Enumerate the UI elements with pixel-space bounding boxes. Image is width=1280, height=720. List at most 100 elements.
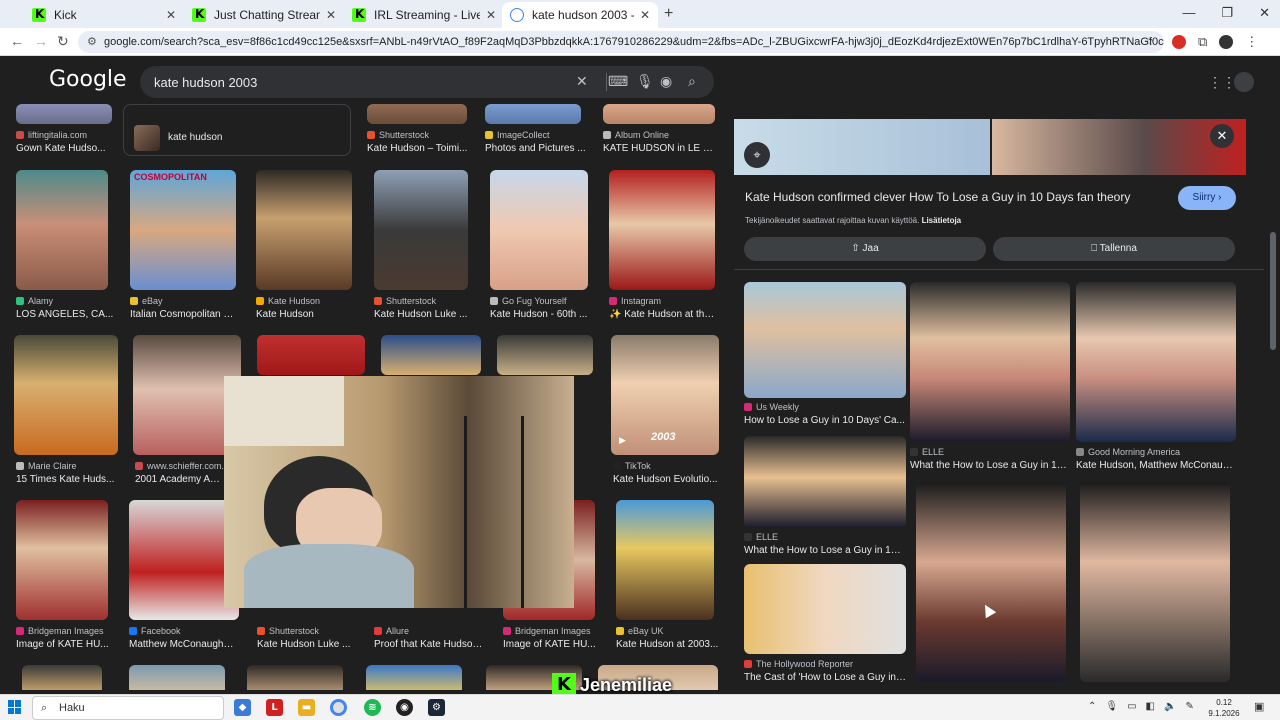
result-title[interactable]: What the How to Lose a Guy in 10 ... — [744, 545, 906, 556]
result-thumbnail[interactable] — [497, 335, 593, 375]
lens-search-icon[interactable]: ⌖ — [744, 142, 770, 168]
result-title[interactable]: Photos and Pictures ... — [485, 143, 589, 154]
file-explorer-icon[interactable]: ▬ — [298, 699, 315, 716]
close-tab-icon[interactable]: ✕ — [486, 8, 496, 22]
result-title[interactable]: Kate Hudson – Toimi... — [367, 143, 471, 154]
app-l-icon[interactable]: L — [266, 699, 283, 716]
steam-icon[interactable]: ⚙ — [428, 699, 445, 716]
result-title[interactable]: Gown Kate Hudso... — [16, 143, 116, 154]
tray-chevron-icon[interactable]: ⌃ — [1088, 701, 1096, 712]
result-title[interactable]: Kate Hudson - 60th ... — [490, 309, 598, 320]
result-thumbnail[interactable] — [603, 104, 715, 124]
result-thumbnail[interactable] — [910, 282, 1070, 442]
result-thumbnail[interactable] — [366, 665, 462, 690]
tab-google-search[interactable]: kate hudson 2003 - Google-haku ✕ — [502, 2, 658, 28]
result-title[interactable]: Matthew McConaughey... — [129, 639, 239, 650]
chrome-icon[interactable] — [330, 699, 347, 716]
result-title[interactable]: Kate Hudson Evolutio... — [613, 474, 719, 485]
result-thumbnail[interactable] — [14, 335, 118, 455]
browser-menu-icon[interactable]: ⋮ — [1245, 34, 1258, 50]
preview-image-right[interactable] — [992, 119, 1246, 175]
extension-icon[interactable] — [1172, 35, 1186, 49]
result-title[interactable]: Kate Hudson Luke ... — [257, 639, 365, 650]
result-thumbnail[interactable] — [16, 170, 108, 290]
result-thumbnail[interactable] — [1076, 282, 1236, 442]
result-title[interactable]: Image of KATE HU... — [503, 639, 603, 650]
reload-icon[interactable]: ↻ — [57, 33, 69, 50]
site-info-icon[interactable]: ⚙ — [87, 31, 97, 53]
taskbar-search[interactable]: ⌕ Haku — [32, 696, 224, 720]
url-field[interactable]: ⚙ google.com/search?sca_esv=8f86c1cd49cc… — [78, 31, 1164, 53]
microphone-icon[interactable]: 🎙 — [636, 73, 654, 90]
google-apps-icon[interactable]: ⋮⋮ — [1208, 74, 1236, 91]
windows-start-icon[interactable] — [8, 700, 22, 714]
result-thumbnail[interactable] — [616, 500, 714, 620]
result-thumbnail[interactable] — [16, 104, 112, 124]
notification-icon[interactable]: ▣ — [1254, 700, 1264, 713]
result-thumbnail[interactable] — [247, 665, 343, 690]
obs-icon[interactable]: ◉ — [396, 699, 413, 716]
new-tab-icon[interactable]: + — [664, 5, 673, 23]
widget-app-icon[interactable]: ◆ — [234, 699, 251, 716]
google-logo[interactable]: Google — [49, 67, 127, 92]
close-tab-icon[interactable]: ✕ — [166, 8, 176, 22]
back-icon[interactable]: ← — [10, 33, 24, 49]
result-title[interactable]: How to Lose a Guy in 10 Days' Ca... — [744, 415, 906, 426]
result-title[interactable]: 2001 Academy Award — [135, 474, 225, 485]
result-thumbnail[interactable] — [1080, 482, 1230, 682]
tab-kick[interactable]: Kick ✕ — [24, 2, 184, 28]
result-title[interactable]: LOS ANGELES, CA... — [16, 309, 116, 320]
tab-irl[interactable]: IRL Streaming - Live Streams on K ✕ — [344, 2, 504, 28]
result-thumbnail[interactable] — [16, 500, 108, 620]
close-tab-icon[interactable]: ✕ — [640, 8, 650, 22]
close-window-icon[interactable]: ✕ — [1259, 5, 1270, 21]
result-thumbnail[interactable] — [485, 104, 581, 124]
result-thumbnail[interactable] — [367, 104, 467, 124]
result-title[interactable]: Kate Hudson — [256, 309, 356, 320]
result-title[interactable]: What the How to Lose a Guy in 10 ... — [910, 460, 1070, 471]
result-title[interactable]: Kate Hudson at 2003... — [616, 639, 720, 650]
lens-icon[interactable]: ◉ — [660, 73, 672, 90]
result-thumbnail[interactable] — [129, 665, 225, 690]
result-title[interactable]: KATE HUDSON in LE D... — [603, 143, 715, 154]
related-search-chip[interactable]: kate hudson — [123, 104, 351, 156]
spotify-icon[interactable]: ≋ — [364, 699, 381, 716]
result-thumbnail[interactable] — [744, 282, 906, 398]
close-tab-icon[interactable]: ✕ — [326, 8, 336, 22]
result-thumbnail[interactable] — [129, 500, 239, 620]
result-thumbnail[interactable] — [744, 436, 906, 528]
result-title[interactable]: Image of KATE HU... — [16, 639, 116, 650]
result-thumbnail[interactable] — [916, 482, 1066, 682]
forward-icon[interactable]: → — [34, 33, 48, 49]
page-scrollbar[interactable] — [1270, 232, 1276, 350]
result-thumbnail[interactable] — [381, 335, 481, 375]
result-title[interactable]: Kate Hudson, Matthew McConaug... — [1076, 460, 1236, 471]
extensions-puzzle-icon[interactable]: ⧉ — [1198, 34, 1207, 50]
result-thumbnail[interactable] — [256, 170, 352, 290]
pen-icon[interactable]: ✎ — [1185, 701, 1193, 712]
search-icon[interactable]: ⌕ — [688, 73, 696, 90]
volume-icon[interactable]: 🔈 — [1164, 701, 1176, 712]
minimize-icon[interactable]: — — [1182, 5, 1195, 21]
search-input[interactable] — [154, 72, 574, 92]
account-avatar[interactable] — [1234, 72, 1254, 92]
result-thumbnail[interactable]: COSMOPOLITAN — [130, 170, 236, 290]
restore-icon[interactable]: ❐ — [1221, 5, 1233, 21]
network-icon[interactable]: ◧ — [1146, 701, 1155, 712]
microphone-icon[interactable]: 🎙 — [1105, 701, 1118, 712]
tab-just-chatting[interactable]: Just Chatting Streaming - Live Str ✕ — [184, 2, 344, 28]
display-icon[interactable]: ▭ — [1127, 701, 1136, 712]
close-panel-icon[interactable]: ✕ — [1210, 124, 1234, 148]
result-title[interactable]: Proof that Kate Hudson... — [374, 639, 484, 650]
result-title[interactable]: 15 Times Kate Huds... — [16, 474, 120, 485]
result-title[interactable]: ✨ Kate Hudson at the... — [609, 309, 715, 320]
keyboard-icon[interactable]: ⌨ — [608, 73, 628, 90]
profile-avatar[interactable] — [1219, 35, 1234, 49]
result-title[interactable]: The Cast of 'How to Lose a Guy in ... — [744, 672, 906, 683]
save-button[interactable]: ⎕ Tallenna — [993, 237, 1235, 261]
clear-icon[interactable]: ✕ — [576, 73, 588, 90]
preview-title[interactable]: Kate Hudson confirmed clever How To Lose… — [745, 190, 1165, 204]
result-thumbnail[interactable] — [257, 335, 365, 375]
result-thumbnail[interactable]: 2003 ▶ — [611, 335, 719, 455]
more-info-link[interactable]: Lisätietoja — [922, 216, 962, 225]
